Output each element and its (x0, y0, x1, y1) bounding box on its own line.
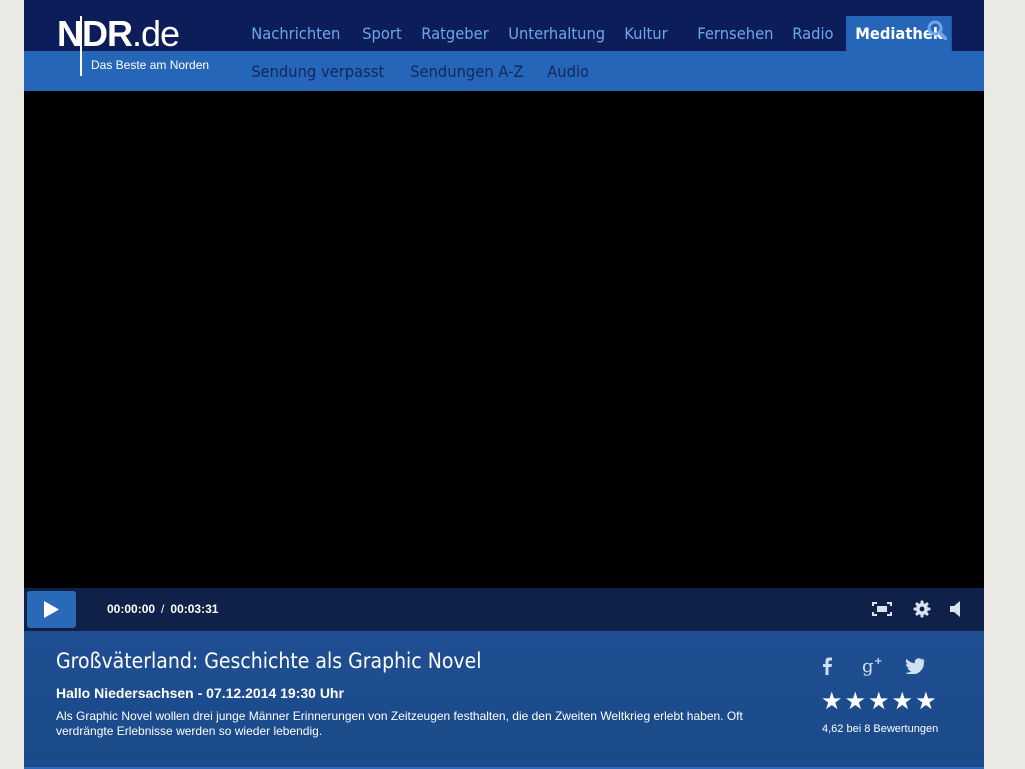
rating-stars[interactable]: ★ ★ ★ ★ ★ (821, 689, 937, 713)
search-icon[interactable] (927, 20, 948, 41)
logo-text: NDR.de (57, 13, 180, 54)
nav-item-fernsehen[interactable]: Fernsehen (688, 17, 783, 50)
star-icon[interactable]: ★ (845, 689, 867, 713)
svg-text:+: + (874, 656, 882, 667)
volume-icon[interactable] (950, 600, 962, 623)
player-controls: 00:00:00 / 00:03:31 (24, 588, 984, 631)
nav-right: Fernsehen Radio Mediathek (688, 0, 961, 51)
broadcast-meta: Hallo Niedersachsen - 07.12.2014 19:30 U… (56, 685, 344, 701)
fullscreen-icon[interactable] (872, 602, 892, 621)
logo-tagline: Das Beste am Norden (91, 58, 210, 72)
nav-item-sport[interactable]: Sport (353, 17, 411, 50)
page: NDR.de Das Beste am Norden Nachrichten S… (24, 0, 984, 769)
subnav-item-audio[interactable]: Audio (538, 62, 598, 81)
twitter-icon[interactable] (905, 658, 925, 679)
svg-text:g: g (862, 656, 874, 677)
subnav-item-sendung-verpasst[interactable]: Sendung verpasst (242, 62, 393, 81)
video-description: Als Graphic Novel wollen drei junge Männ… (56, 709, 743, 738)
duration: 00:03:31 (170, 602, 219, 616)
video-title: Großväterland: Geschichte als Graphic No… (56, 649, 482, 673)
star-icon[interactable]: ★ (915, 689, 937, 713)
nav-item-nachrichten[interactable]: Nachrichten (242, 17, 350, 50)
nav-item-radio[interactable]: Radio (783, 17, 843, 50)
nav-item-ratgeber[interactable]: Ratgeber (412, 17, 498, 50)
star-icon[interactable]: ★ (868, 689, 890, 713)
video-info: Großväterland: Geschichte als Graphic No… (24, 631, 984, 767)
time-separator: / (161, 602, 165, 616)
gear-icon[interactable] (913, 600, 931, 623)
play-button[interactable] (27, 591, 76, 628)
nav-item-kultur[interactable]: Kultur (615, 17, 677, 50)
star-icon[interactable]: ★ (892, 689, 914, 713)
sub-nav: Sendung verpasst Sendungen A-Z Audio (242, 51, 603, 91)
subnav-item-sendungen-a-z[interactable]: Sendungen A-Z (401, 62, 533, 81)
google-plus-icon[interactable]: g + (862, 655, 884, 682)
facebook-icon[interactable] (821, 657, 833, 680)
video-area[interactable] (24, 91, 984, 588)
ndr-logo[interactable]: NDR.de Das Beste am Norden (57, 13, 210, 76)
nav-item-unterhaltung[interactable]: Unterhaltung (499, 17, 614, 50)
rating-text: 4,62 bei 8 Bewertungen (822, 723, 939, 735)
play-icon (44, 601, 59, 618)
logo-line (80, 16, 82, 76)
time-display: 00:00:00 / 00:03:31 (107, 588, 218, 631)
current-time: 00:00:00 (107, 602, 156, 616)
star-icon[interactable]: ★ (821, 689, 843, 713)
main-nav: Nachrichten Sport Ratgeber Unterhaltung … (242, 0, 682, 51)
